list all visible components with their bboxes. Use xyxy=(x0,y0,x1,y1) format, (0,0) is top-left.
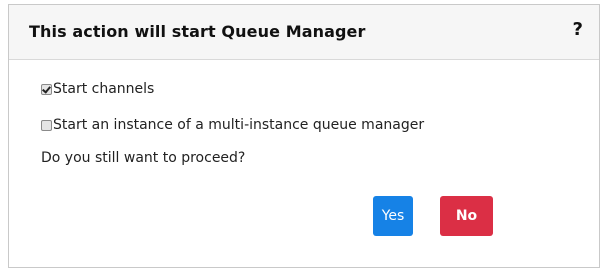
help-icon[interactable]: ? xyxy=(573,19,583,40)
confirm-dialog: This action will start Queue Manager ? S… xyxy=(8,4,600,268)
multi-instance-option[interactable]: Start an instance of a multi-instance qu… xyxy=(41,115,424,135)
multi-instance-checkbox[interactable] xyxy=(41,119,52,131)
dialog-header: This action will start Queue Manager ? xyxy=(9,5,599,60)
start-channels-label: Start channels xyxy=(53,81,155,97)
start-channels-option[interactable]: Start channels xyxy=(41,79,154,99)
multi-instance-label: Start an instance of a multi-instance qu… xyxy=(53,117,425,133)
no-button[interactable]: No xyxy=(440,196,493,236)
proceed-question: Do you still want to proceed? xyxy=(41,150,246,166)
yes-button[interactable]: Yes xyxy=(373,196,413,236)
dialog-title: This action will start Queue Manager xyxy=(29,22,366,41)
start-channels-checkbox[interactable] xyxy=(41,83,52,95)
